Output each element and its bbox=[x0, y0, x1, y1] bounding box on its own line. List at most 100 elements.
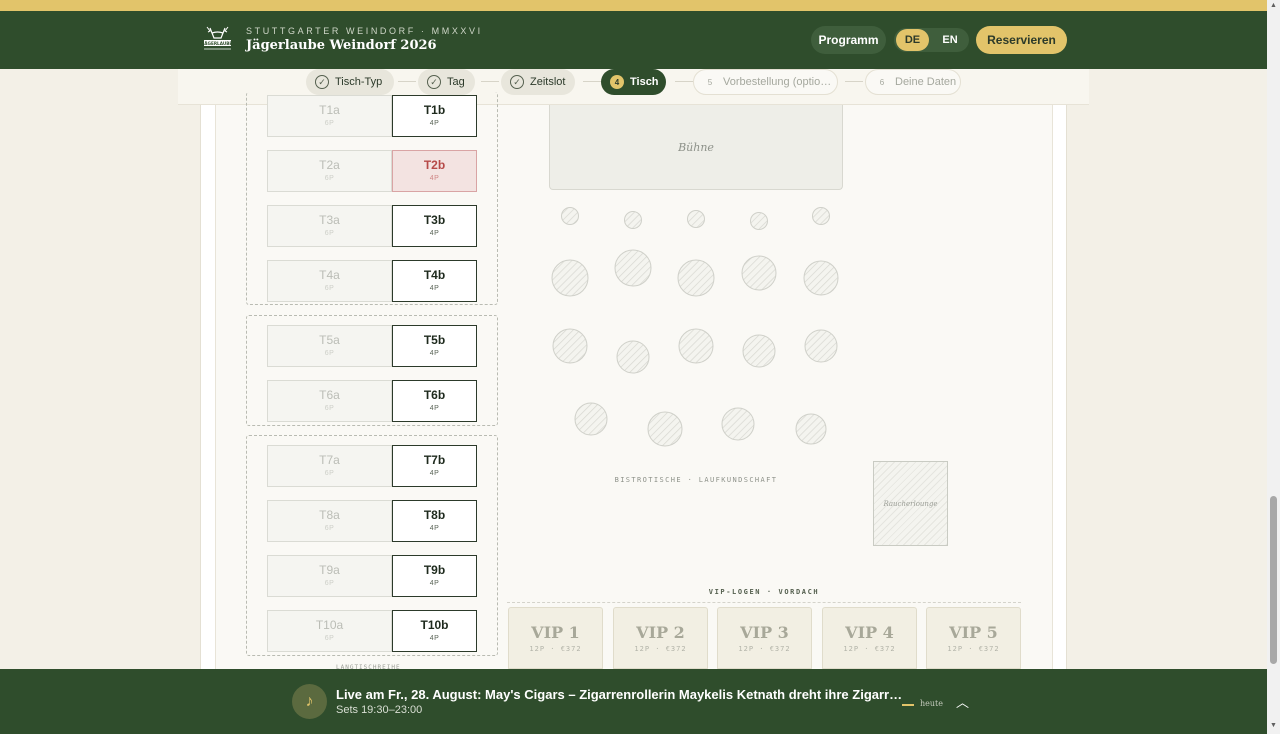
table-name: T9a bbox=[319, 563, 340, 577]
table-t6b[interactable]: T6b 4P bbox=[392, 380, 477, 422]
table-t3b[interactable]: T3b 4P bbox=[392, 205, 477, 247]
bistro-table bbox=[795, 413, 827, 445]
step-connector bbox=[845, 81, 863, 82]
table-name: T2b bbox=[423, 158, 446, 172]
step-deine-daten[interactable]: 6 Deine Daten bbox=[865, 69, 961, 95]
table-capacity: 6P bbox=[324, 120, 335, 127]
check-icon: ✓ bbox=[510, 75, 524, 89]
bistro-table bbox=[614, 249, 652, 287]
step-tisch[interactable]: 4 Tisch bbox=[601, 69, 666, 95]
table-capacity: 4P bbox=[429, 230, 440, 237]
table-t10b[interactable]: T10b 4P bbox=[392, 610, 477, 652]
step-label: Vorbestellung (optio… bbox=[723, 76, 832, 88]
music-note-icon: ♪ bbox=[292, 684, 327, 719]
bistro-table bbox=[742, 334, 776, 368]
raucherlounge: Raucherlounge bbox=[873, 461, 948, 546]
table-t7b[interactable]: T7b 4P bbox=[392, 445, 477, 487]
live-title[interactable]: Live am Fr., 28. August: May's Cigars – … bbox=[336, 687, 902, 702]
step-connector bbox=[481, 81, 499, 82]
bistro-table bbox=[552, 328, 588, 364]
table-t2b: T2b 4P bbox=[392, 150, 477, 192]
table-name: T1a bbox=[319, 103, 340, 117]
vip-box-2[interactable]: VIP 2 12P · €372 bbox=[613, 607, 708, 669]
vip-box-1[interactable]: VIP 1 12P · €372 bbox=[508, 607, 603, 669]
table-t9a: T9a 6P bbox=[267, 555, 392, 597]
bistro-table bbox=[678, 328, 714, 364]
bistro-table bbox=[741, 255, 777, 291]
table-t8b[interactable]: T8b 4P bbox=[392, 500, 477, 542]
table-name: T8b bbox=[423, 508, 446, 522]
scroll-up-icon[interactable]: ▲ bbox=[1270, 2, 1277, 9]
table-name: T8a bbox=[319, 508, 340, 522]
table-capacity: 6P bbox=[324, 470, 335, 477]
brand-title[interactable]: Jägerlaube Weindorf 2026 bbox=[246, 38, 437, 53]
step-vorbestellung[interactable]: 5 Vorbestellung (optio… bbox=[693, 69, 838, 95]
table-capacity: 4P bbox=[429, 405, 440, 412]
bistro-floor bbox=[551, 207, 839, 447]
table-capacity: 4P bbox=[429, 285, 440, 292]
table-name: T3b bbox=[423, 213, 446, 227]
language-switch: DE EN bbox=[894, 28, 969, 52]
bistro-table bbox=[803, 260, 839, 296]
live-subtitle: Sets 19:30–23:00 bbox=[336, 704, 423, 716]
table-name: T9b bbox=[423, 563, 446, 577]
table-t1a: T1a 6P bbox=[267, 95, 392, 137]
table-name: T4b bbox=[423, 268, 446, 282]
programm-button[interactable]: Programm bbox=[811, 26, 886, 54]
table-name: T10b bbox=[420, 618, 449, 632]
table-t4b[interactable]: T4b 4P bbox=[392, 260, 477, 302]
table-t1b[interactable]: T1b 4P bbox=[392, 95, 477, 137]
vip-divider bbox=[507, 602, 1021, 603]
bistro-section-label: BISTROTISCHE · LAUFKUNDSCHAFT bbox=[614, 476, 778, 484]
lang-en-button[interactable]: EN bbox=[933, 29, 967, 51]
table-name: T2a bbox=[319, 158, 340, 172]
bistro-table bbox=[647, 411, 683, 447]
bistro-table bbox=[687, 210, 705, 228]
check-icon: ✓ bbox=[427, 75, 441, 89]
bistro-table bbox=[721, 407, 755, 441]
table-name: T1b bbox=[423, 103, 446, 117]
page-scrollbar[interactable]: ▲ ▼ bbox=[1267, 0, 1280, 734]
table-name: T7a bbox=[319, 453, 340, 467]
jaegerlaube-logo[interactable]: JÄGERLAUBE bbox=[201, 25, 234, 53]
table-capacity: 6P bbox=[324, 525, 335, 532]
step-label: Tisch-Typ bbox=[335, 76, 383, 88]
scroll-down-icon[interactable]: ▼ bbox=[1270, 722, 1277, 729]
table-name: T5b bbox=[423, 333, 446, 347]
vip-box-5[interactable]: VIP 5 12P · €372 bbox=[926, 607, 1021, 669]
vip-name: VIP 1 bbox=[531, 623, 580, 642]
table-capacity: 6P bbox=[324, 175, 335, 182]
vip-name: VIP 3 bbox=[740, 623, 789, 642]
table-t5b[interactable]: T5b 4P bbox=[392, 325, 477, 367]
brand-subtitle: STUTTGARTER WEINDORF · MMXXVI bbox=[246, 26, 483, 36]
step-label: Deine Daten bbox=[895, 76, 957, 88]
bistro-table bbox=[812, 207, 830, 225]
vip-box-4[interactable]: VIP 4 12P · €372 bbox=[822, 607, 917, 669]
table-t9b[interactable]: T9b 4P bbox=[392, 555, 477, 597]
stage: Bühne bbox=[549, 105, 843, 190]
table-capacity: 4P bbox=[429, 350, 440, 357]
top-accent-strip bbox=[0, 0, 1267, 11]
table-t6a: T6a 6P bbox=[267, 380, 392, 422]
table-t5a: T5a 6P bbox=[267, 325, 392, 367]
step-zeitslot[interactable]: ✓ Zeitslot bbox=[501, 69, 575, 95]
table-name: T4a bbox=[319, 268, 340, 282]
bistro-table bbox=[804, 329, 838, 363]
table-name: T7b bbox=[423, 453, 446, 467]
step-number: 6 bbox=[879, 77, 885, 87]
step-label: Tisch bbox=[630, 76, 659, 88]
chevron-up-icon[interactable]: ︿ bbox=[956, 692, 969, 711]
lang-de-button[interactable]: DE bbox=[896, 29, 929, 51]
bistro-table bbox=[574, 402, 608, 436]
reservieren-button[interactable]: Reservieren bbox=[976, 26, 1067, 54]
table-capacity: 6P bbox=[324, 285, 335, 292]
vip-box-3[interactable]: VIP 3 12P · €372 bbox=[717, 607, 812, 669]
table-t8a: T8a 6P bbox=[267, 500, 392, 542]
bistro-table bbox=[750, 212, 768, 230]
scrollbar-thumb[interactable] bbox=[1270, 496, 1277, 664]
step-label: Zeitslot bbox=[530, 76, 566, 88]
table-name: T6a bbox=[319, 388, 340, 402]
table-capacity: 6P bbox=[324, 405, 335, 412]
vip-name: VIP 2 bbox=[636, 623, 685, 642]
table-capacity: 6P bbox=[324, 580, 335, 587]
